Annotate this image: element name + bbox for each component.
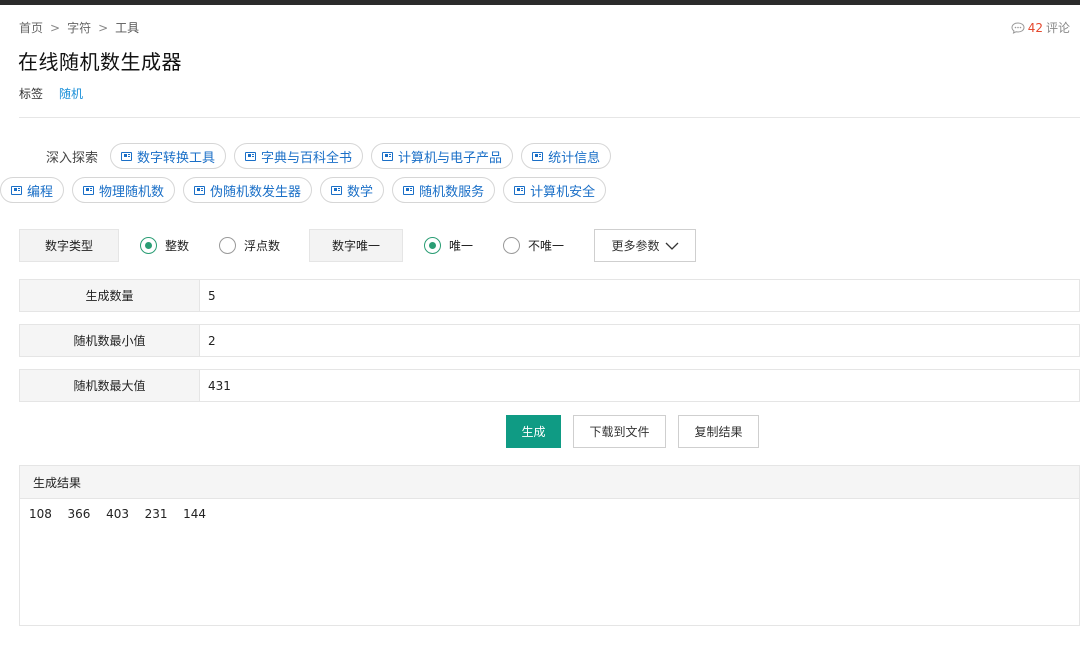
comment-icon — [1011, 21, 1025, 34]
tag-bar: 标签 随机 — [19, 85, 83, 102]
explore-row: 深入探索 数字转换工具 字典与百科全书 计算机与电子产品 统计信息 — [28, 143, 1078, 169]
options-bar: 数字类型 整数 浮点数 数字唯一 唯一 不唯一 更多参数 — [19, 229, 697, 262]
more-params-label: 更多参数 — [611, 239, 660, 253]
breadcrumb: 首页 > 字符 > 工具 — [19, 19, 139, 36]
result-output[interactable]: 108 366 403 231 144 — [20, 499, 1079, 529]
radio-not-unique[interactable]: 不唯一 — [503, 237, 564, 254]
explore-section: 深入探索 数字转换工具 字典与百科全书 计算机与电子产品 统计信息 编程 物理随… — [0, 143, 1078, 211]
more-params-button[interactable]: 更多参数 — [594, 229, 697, 262]
comments-link[interactable]: 42 评论 — [1011, 19, 1070, 36]
max-input[interactable] — [200, 370, 1079, 401]
tag-link[interactable]: 随机 — [59, 85, 83, 102]
explore-pill[interactable]: 统计信息 — [521, 143, 612, 169]
number-type-label: 数字类型 — [19, 229, 119, 262]
article-icon — [532, 151, 544, 161]
result-panel: 生成结果 108 366 403 231 144 — [19, 465, 1080, 626]
radio-label: 浮点数 — [244, 239, 281, 253]
explore-pill[interactable]: 随机数服务 — [392, 177, 496, 203]
divider — [19, 117, 1080, 118]
generate-button[interactable]: 生成 — [506, 415, 561, 448]
copy-button[interactable]: 复制结果 — [678, 415, 759, 448]
explore-row: 编程 物理随机数 伪随机数发生器 数学 随机数服务 计算机安全 — [0, 177, 1078, 203]
min-row: 随机数最小值 — [19, 324, 1080, 357]
article-icon — [403, 185, 415, 195]
radio-circle — [424, 237, 442, 254]
count-label: 生成数量 — [20, 280, 200, 311]
explore-pill[interactable]: 伪随机数发生器 — [183, 177, 313, 203]
article-icon — [382, 151, 394, 161]
breadcrumb-current: 工具 — [115, 21, 140, 35]
explore-pill[interactable]: 计算机安全 — [503, 177, 607, 203]
explore-pill[interactable]: 物理随机数 — [72, 177, 176, 203]
breadcrumb-separator: > — [98, 20, 109, 35]
article-icon — [11, 185, 22, 195]
breadcrumb-category[interactable]: 字符 — [67, 19, 91, 36]
article-icon — [245, 151, 257, 161]
count-input[interactable] — [200, 280, 1079, 311]
min-label: 随机数最小值 — [20, 325, 200, 356]
radio-unique[interactable]: 唯一 — [424, 237, 473, 254]
explore-pill[interactable]: 计算机与电子产品 — [371, 143, 514, 169]
breadcrumb-separator: > — [50, 20, 61, 35]
download-button[interactable]: 下载到文件 — [573, 415, 666, 448]
article-icon — [331, 185, 343, 195]
explore-pill[interactable]: 数学 — [320, 177, 385, 203]
radio-label: 不唯一 — [528, 239, 565, 253]
comment-count: 42 — [1027, 20, 1043, 35]
article-icon — [194, 185, 206, 195]
radio-label: 唯一 — [449, 239, 474, 253]
explore-pill[interactable]: 数字转换工具 — [110, 143, 227, 169]
radio-integer[interactable]: 整数 — [140, 237, 189, 254]
comment-label: 评论 — [1045, 21, 1070, 35]
article-icon — [514, 185, 526, 195]
explore-pill[interactable]: 字典与百科全书 — [234, 143, 364, 169]
radio-float[interactable]: 浮点数 — [219, 237, 280, 254]
breadcrumb-home[interactable]: 首页 — [19, 19, 43, 36]
max-label: 随机数最大值 — [20, 370, 200, 401]
max-row: 随机数最大值 — [19, 369, 1080, 402]
explore-label: 深入探索 — [46, 150, 99, 166]
page-title: 在线随机数生成器 — [18, 50, 182, 74]
unique-label: 数字唯一 — [309, 229, 404, 262]
explore-pill[interactable]: 编程 — [0, 177, 65, 203]
article-icon — [83, 185, 95, 195]
chevron-down-icon — [665, 242, 679, 250]
radio-circle — [503, 237, 521, 254]
tags-label: 标签 — [19, 87, 44, 101]
radio-label: 整数 — [165, 239, 190, 253]
action-bar: 生成 下载到文件 复制结果 — [506, 415, 759, 448]
result-header: 生成结果 — [20, 466, 1079, 499]
min-input[interactable] — [200, 325, 1079, 356]
radio-circle — [219, 237, 237, 254]
article-icon — [121, 151, 133, 161]
count-row: 生成数量 — [19, 279, 1080, 312]
radio-circle — [140, 237, 157, 254]
window-top-bar — [0, 0, 1080, 5]
